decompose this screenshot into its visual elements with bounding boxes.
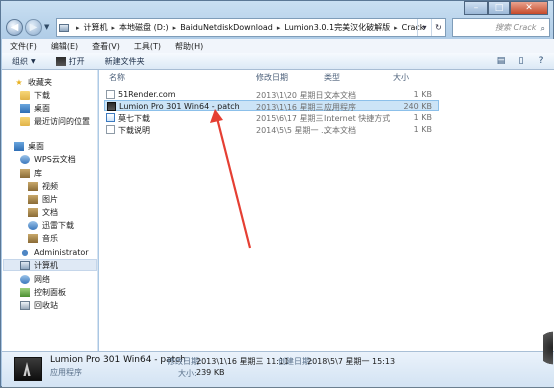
size-label: 大小: xyxy=(178,369,197,378)
explorer-window: ◀ ▶ ▼ ▸ 计算机 ▸ 本地磁盘 (D:) ▸ BaiduNetdiskDo… xyxy=(0,0,554,387)
annotation-arrow xyxy=(210,109,252,249)
file-thumbnail xyxy=(14,357,42,381)
arrow-head xyxy=(210,109,223,123)
details-file-name: Lumion Pro 301 Win64 - patch xyxy=(50,355,186,365)
arrow-shaft xyxy=(215,117,252,249)
desktop-edge xyxy=(543,323,553,373)
created-value: 2018\5\7 星期一 15:13 xyxy=(307,357,396,366)
size-value: 239 KB xyxy=(196,368,225,377)
details-pane: Lumion Pro 301 Win64 - patch 应用程序 修改日期: … xyxy=(2,351,554,387)
modified-value: 2013\1\16 星期三 11:11 xyxy=(196,357,290,366)
details-file-type: 应用程序 xyxy=(50,368,82,377)
